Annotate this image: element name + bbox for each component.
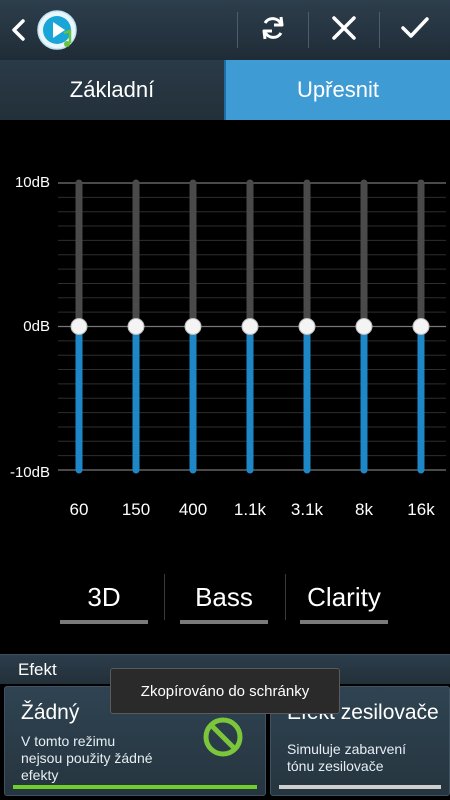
freq-label: 16k <box>407 500 435 519</box>
freq-label: 1.1k <box>233 500 267 519</box>
db-label-bottom: -10dB <box>9 464 50 481</box>
effect-clarity-button[interactable]: Clarity <box>300 570 388 624</box>
effect-bass-underline <box>180 620 268 624</box>
freq-label: 3.1k <box>290 500 324 519</box>
freq-label: 400 <box>178 500 208 519</box>
effect-clarity-underline <box>300 620 388 624</box>
effect-bass-button[interactable]: Bass <box>180 570 268 624</box>
slider-knob-150[interactable] <box>127 318 145 335</box>
music-player-icon[interactable] <box>36 9 78 51</box>
effect-clarity-label: Clarity <box>307 581 381 612</box>
check-icon <box>400 15 430 46</box>
db-label-mid: 0dB <box>23 318 50 335</box>
slider-knob-1.1k[interactable] <box>241 318 259 335</box>
no-effect-icon <box>201 715 245 764</box>
effect-bass-label: Bass <box>195 581 253 612</box>
chevron-left-icon[interactable] <box>8 18 30 42</box>
slider-knob-400[interactable] <box>184 318 202 335</box>
effect-card-desc-line: nejsou použity žádné <box>21 750 153 766</box>
slider-knob-3.1k[interactable] <box>298 318 316 335</box>
reset-button[interactable] <box>238 0 308 60</box>
close-icon <box>331 15 357 46</box>
tab-bar: Základní Upřesnit <box>0 60 450 120</box>
refresh-icon <box>259 14 287 47</box>
freq-label: 150 <box>121 500 151 519</box>
db-label-top: 10dB <box>14 174 50 191</box>
sound-effects-row: 3D Bass Clarity <box>0 570 450 630</box>
effect-3d-button[interactable]: 3D <box>60 570 148 624</box>
freq-label: 8k <box>355 500 373 519</box>
tab-advanced[interactable]: Upřesnit <box>224 60 450 120</box>
unselected-indicator-bar <box>279 785 441 789</box>
effect-card-desc-line: efekty <box>21 767 59 783</box>
freq-label: 60 <box>69 500 89 519</box>
toast-message: Zkopírováno do schránky <box>110 668 340 714</box>
effect-card-desc-line: V tomto režimu <box>21 733 116 749</box>
effect-3d-underline <box>60 620 148 624</box>
slider-knob-60[interactable] <box>70 318 88 335</box>
divider <box>164 574 165 620</box>
divider <box>285 574 286 620</box>
cancel-button[interactable] <box>309 0 379 60</box>
slider-knob-8k[interactable] <box>355 318 373 335</box>
effect-card-desc-line: Simuluje zabarvení <box>287 741 407 757</box>
action-bar <box>0 0 450 61</box>
slider-knob-16k[interactable] <box>412 318 430 335</box>
confirm-button[interactable] <box>380 0 450 60</box>
effect-3d-label: 3D <box>87 581 121 612</box>
effect-card-desc-line: tónu zesilovače <box>287 758 384 774</box>
selected-indicator-bar <box>13 785 257 789</box>
tab-basic[interactable]: Základní <box>0 60 224 120</box>
effect-card-title: Žádný <box>21 701 80 724</box>
